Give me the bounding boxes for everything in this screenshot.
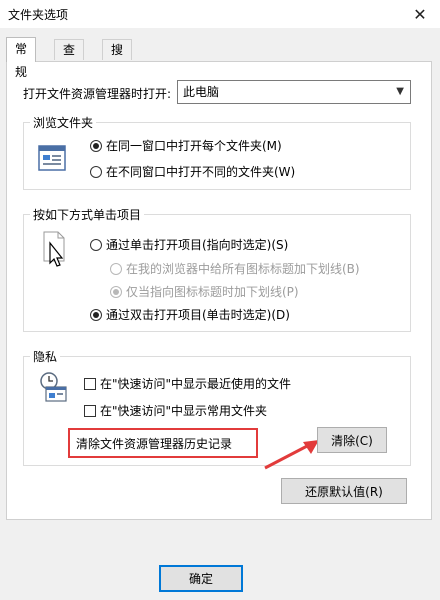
clear-history-label: 清除文件资源管理器历史记录	[76, 436, 233, 451]
radio-icon[interactable]	[90, 165, 102, 178]
privacy-title: 隐私	[30, 348, 61, 365]
ok-button[interactable]: 确定	[159, 565, 243, 592]
open-same-window-option[interactable]: 在同一窗口中打开每个文件夹(M)	[90, 137, 282, 154]
folder-window-icon	[38, 145, 66, 171]
recent-files-icon	[40, 372, 67, 402]
browse-folders-group: 浏览文件夹 在同一窗口中打开每个文件夹(M) 在不同窗口中打开不同的文件夹(W)	[23, 114, 411, 190]
show-recent-files-option[interactable]: 在"快速访问"中显示最近使用的文件	[84, 375, 291, 392]
radio-icon[interactable]	[90, 308, 102, 321]
chevron-down-icon: ▼	[396, 86, 404, 97]
click-items-title: 按如下方式单击项目	[30, 206, 145, 223]
click-items-group: 按如下方式单击项目 通过单击打开项目(指向时选定)(S) 在我的浏览器中给所有图…	[23, 206, 411, 332]
show-frequent-folders-option[interactable]: 在"快速访问"中显示常用文件夹	[84, 402, 267, 419]
tab-view[interactable]: 查看	[54, 39, 85, 78]
clear-history-highlight: 清除文件资源管理器历史记录	[68, 428, 258, 458]
pointer-document-icon	[43, 231, 65, 267]
double-click-option[interactable]: 通过双击打开项目(单击时选定)(D)	[90, 306, 290, 323]
radio-icon[interactable]	[110, 262, 122, 275]
checkbox-icon[interactable]	[84, 404, 96, 417]
underline-hover-option[interactable]: 仅当指向图标标题时加下划线(P)	[110, 283, 299, 300]
tab-search[interactable]: 搜索	[102, 39, 133, 78]
browse-folders-title: 浏览文件夹	[30, 114, 97, 131]
checkbox-icon[interactable]	[84, 377, 96, 390]
title-bar: 文件夹选项 ✕	[0, 0, 440, 28]
open-explorer-label: 打开文件资源管理器时打开:	[23, 87, 172, 101]
close-icon[interactable]: ✕	[400, 0, 440, 28]
underline-all-option[interactable]: 在我的浏览器中给所有图标标题加下划线(B)	[110, 260, 360, 277]
general-panel: 打开文件资源管理器时打开: 此电脑 ▼ 浏览文件夹 在同一窗口中打开每个文件夹(…	[6, 61, 432, 520]
single-click-option[interactable]: 通过单击打开项目(指向时选定)(S)	[90, 236, 288, 253]
window-title: 文件夹选项	[8, 8, 69, 22]
restore-defaults-button[interactable]: 还原默认值(R)	[281, 478, 407, 504]
radio-icon[interactable]	[90, 238, 102, 251]
tab-general[interactable]: 常规	[6, 37, 37, 79]
open-different-window-option[interactable]: 在不同窗口中打开不同的文件夹(W)	[90, 163, 295, 180]
clear-button[interactable]: 清除(C)	[317, 427, 387, 453]
open-explorer-select[interactable]: 此电脑 ▼	[177, 80, 411, 104]
open-explorer-value: 此电脑	[183, 85, 220, 99]
radio-icon[interactable]	[90, 139, 102, 152]
radio-icon[interactable]	[110, 285, 122, 298]
